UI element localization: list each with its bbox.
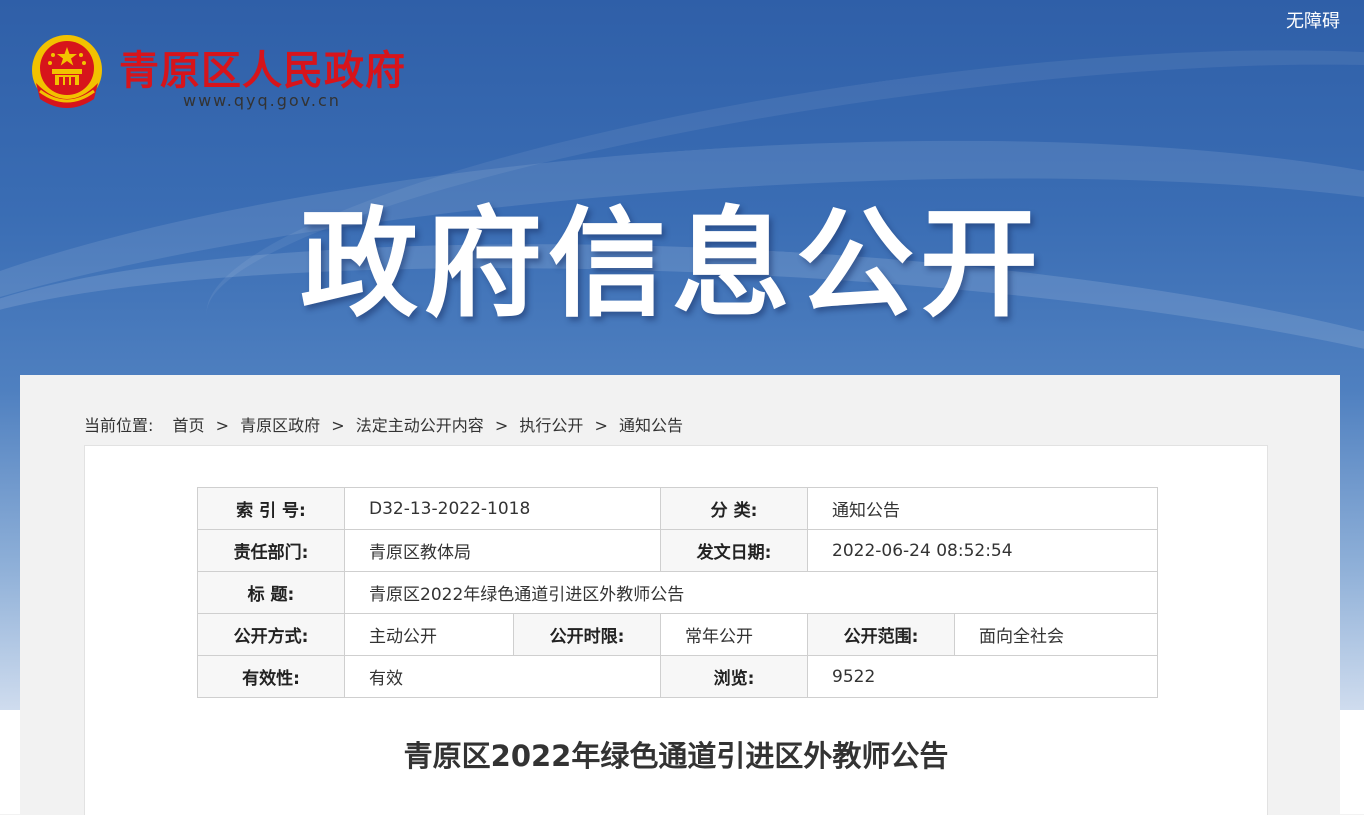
disclosure-period-label: 公开时限: [512,613,662,656]
accessibility-link[interactable]: 无障碍 [1286,7,1340,33]
disclosure-scope-label: 公开范围: [807,613,956,656]
publish-date-value: 2022-06-24 08:52:54 [807,529,1159,572]
view-count-label: 浏览: [660,655,809,698]
publish-date-label: 发文日期: [660,529,809,572]
document-title: 青原区2022年绿色通道引进区外教师公告 [403,739,949,773]
disclosure-period-value: 常年公开 [660,613,809,656]
department-value: 青原区教体局 [343,529,662,572]
validity-value: 有效 [343,655,662,698]
article-card: 索 引 号: D32-13-2022-1018 分 类: 通知公告 责任部门: … [84,445,1268,815]
breadcrumb-link-district-gov[interactable]: 青原区政府 [240,416,320,435]
table-row: 索 引 号: D32-13-2022-1018 分 类: 通知公告 [197,487,1159,530]
table-row: 有效性: 有效 浏览: 9522 [197,655,1159,698]
breadcrumb-separator: > [594,416,608,435]
breadcrumb-separator: > [331,416,345,435]
title-label: 标 题: [197,571,345,614]
page-title: 政府信息公开 [300,195,1045,333]
category-value: 通知公告 [807,487,1159,530]
site-name[interactable]: 青原区人民政府 [119,38,406,96]
disclosure-scope-value: 面向全社会 [954,613,1159,656]
table-row: 责任部门: 青原区教体局 发文日期: 2022-06-24 08:52:54 [197,529,1159,572]
main-content: 当前位置: 首页 > 青原区政府 > 法定主动公开内容 > 执行公开 > 通知公… [20,375,1340,815]
table-row: 标 题: 青原区2022年绿色通道引进区外教师公告 [197,571,1159,614]
site-url: www.qyq.gov.cn [183,91,341,110]
view-count-value: 9522 [807,655,1159,698]
validity-label: 有效性: [197,655,345,698]
department-label: 责任部门: [197,529,345,572]
breadcrumb-link-execution[interactable]: 执行公开 [519,416,583,435]
breadcrumb: 当前位置: 首页 > 青原区政府 > 法定主动公开内容 > 执行公开 > 通知公… [84,412,683,436]
table-row: 公开方式: 主动公开 公开时限: 常年公开 公开范围: 面向全社会 [197,613,1159,656]
document-metadata-table: 索 引 号: D32-13-2022-1018 分 类: 通知公告 责任部门: … [197,487,1159,698]
index-number-value: D32-13-2022-1018 [343,487,662,530]
breadcrumb-lead: 当前位置: [84,416,154,435]
category-label: 分 类: [660,487,809,530]
title-value: 青原区2022年绿色通道引进区外教师公告 [343,571,1159,614]
breadcrumb-separator: > [215,416,230,435]
breadcrumb-link-statutory-content[interactable]: 法定主动公开内容 [356,416,484,435]
national-emblem-icon[interactable] [30,33,104,111]
breadcrumb-link-notices[interactable]: 通知公告 [619,416,683,435]
disclosure-method-value: 主动公开 [344,613,514,656]
index-number-label: 索 引 号: [197,487,345,530]
disclosure-method-label: 公开方式: [197,613,345,656]
breadcrumb-separator: > [494,416,509,435]
breadcrumb-link-home[interactable]: 首页 [173,416,205,435]
